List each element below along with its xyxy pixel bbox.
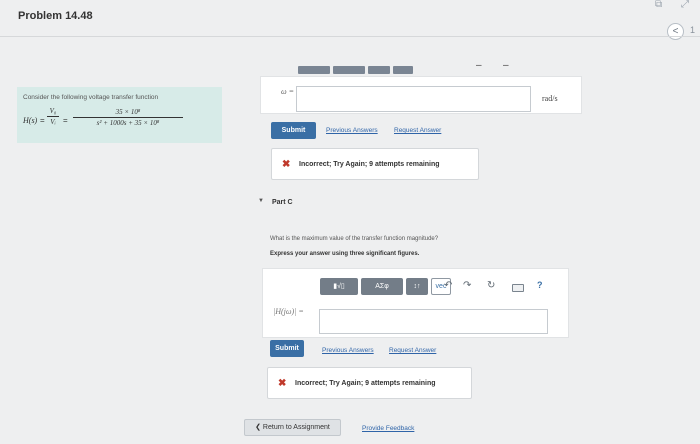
voltage-ratio-denominator: Vᵢ	[50, 118, 56, 126]
request-answer-link-part-c[interactable]: Request Answer	[389, 347, 436, 354]
help-icon[interactable]: ?	[537, 280, 543, 290]
greek-symbols-button[interactable]: ΑΣφ	[361, 278, 403, 295]
equals-sign: =	[40, 116, 45, 125]
incorrect-x-icon: ✖	[282, 159, 291, 170]
minus-icon: –	[503, 60, 509, 71]
previous-answers-link-part-c[interactable]: Previous Answers	[322, 347, 374, 354]
reset-icon[interactable]: ↻	[487, 280, 495, 291]
redo-icon[interactable]: ↷	[463, 280, 471, 291]
minus-icon: –	[476, 60, 482, 71]
omega-answer-input[interactable]	[296, 86, 531, 112]
fraction-bar	[73, 117, 183, 118]
voltage-ratio-numerator: V₀	[49, 107, 57, 115]
feedback-message-part-b: ✖ Incorrect; Try Again; 9 attempts remai…	[271, 148, 479, 180]
feedback-text: Incorrect; Try Again; 9 attempts remaini…	[295, 380, 436, 387]
part-c-heading[interactable]: Part C	[272, 199, 293, 206]
request-answer-link-part-b[interactable]: Request Answer	[394, 127, 441, 134]
toolbar-button[interactable]	[333, 66, 365, 74]
header-divider	[0, 36, 700, 37]
transfer-function-fraction: 35 × 10⁸ s² + 1000s + 35 × 10⁸	[73, 108, 183, 127]
templates-button[interactable]: ▮√▯	[320, 278, 358, 295]
unit-label: rad/s	[542, 94, 558, 103]
keyboard-icon[interactable]	[512, 284, 524, 292]
submit-button-part-c[interactable]: Submit	[270, 340, 304, 357]
problem-intro-text: Consider the following voltage transfer …	[23, 94, 159, 101]
previous-answers-link-part-b[interactable]: Previous Answers	[326, 127, 378, 134]
equals-sign: =	[63, 116, 68, 125]
transfer-function-numerator: 35 × 10⁸	[115, 108, 141, 116]
provide-feedback-link[interactable]: Provide Feedback	[362, 425, 414, 432]
undo-icon[interactable]: ↶	[444, 280, 452, 291]
previous-problem-button[interactable]: <	[667, 23, 684, 40]
toolbar-button[interactable]	[298, 66, 330, 74]
equation-toolbar-partial	[298, 66, 415, 74]
window-icon[interactable]: ⧉	[655, 0, 669, 10]
magnitude-answer-input[interactable]	[319, 309, 548, 334]
expand-icon[interactable]: ⤢	[681, 0, 695, 10]
feedback-message-part-c: ✖ Incorrect; Try Again; 9 attempts remai…	[267, 367, 472, 399]
feedback-text: Incorrect; Try Again; 9 attempts remaini…	[299, 161, 440, 168]
page-title: Problem 14.48	[18, 10, 93, 22]
omega-label: ω =	[281, 87, 295, 96]
toolbar-button[interactable]	[368, 66, 390, 74]
fraction-bar	[47, 116, 59, 117]
part-c-question: What is the maximum value of the transfe…	[270, 236, 439, 242]
next-problem-button[interactable]: 1	[690, 25, 695, 35]
magnitude-label: |H(jω)| =	[273, 307, 304, 316]
submit-button-part-b[interactable]: Submit	[271, 122, 316, 139]
return-to-assignment-button[interactable]: ❮ Return to Assignment	[244, 419, 341, 436]
part-c-instruction: Express your answer using three signific…	[270, 251, 420, 257]
collapse-chevron-icon[interactable]: ▼	[258, 198, 264, 204]
incorrect-x-icon: ✖	[278, 378, 287, 389]
subscript-superscript-button[interactable]: ↕↑	[406, 278, 428, 295]
transfer-function-lhs: H(s)	[23, 116, 38, 125]
toolbar-button[interactable]	[393, 66, 413, 74]
voltage-ratio-fraction: V₀ Vᵢ	[47, 107, 59, 126]
transfer-function-denominator: s² + 1000s + 35 × 10⁸	[96, 119, 160, 127]
problem-statement-box: Consider the following voltage transfer …	[17, 87, 222, 143]
